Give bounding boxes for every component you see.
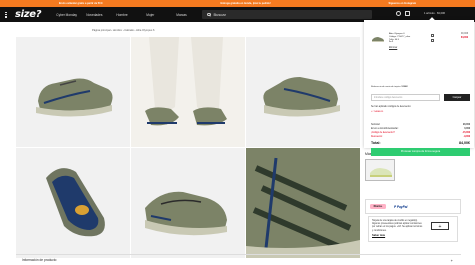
discount-code-input[interactable]: Introduce código descuento xyxy=(371,94,440,101)
summary-label: Envío a domicilio/estándar: xyxy=(371,128,399,130)
product-info-accordion[interactable]: Información de producto + xyxy=(16,254,461,265)
search-input[interactable]: Buscar xyxy=(202,10,372,19)
gift-ref-row: Referencia de venta de tarjeta: 51082 xyxy=(371,86,408,88)
checkout-button[interactable]: Procesar compra de forma segura xyxy=(371,148,470,156)
gift-ref-value: 51082 xyxy=(401,86,408,88)
cart-item-qty: 1x 1 xyxy=(389,41,394,44)
summary-row: Envío a domicilio/estándar: 0,00€ xyxy=(371,128,470,130)
cart-total-row: Total: 84,00€ xyxy=(371,141,470,145)
search-placeholder: Buscar xyxy=(213,12,226,17)
nav-item-novedades[interactable]: Novedades xyxy=(86,13,116,17)
nav-item-hombre[interactable]: Hombre xyxy=(116,13,146,17)
menu-icon[interactable] xyxy=(4,11,8,18)
search-icon xyxy=(207,12,211,17)
site-logo[interactable]: size? xyxy=(15,9,42,20)
product-info-label: Información de producto xyxy=(22,258,57,262)
gift-card-text: Tarjeta de una tarjeta de crédito en reg… xyxy=(372,220,423,232)
bag-icon[interactable] xyxy=(405,11,410,16)
gift-ref-label: Referencia de venta de tarjeta: xyxy=(371,86,401,88)
promo-item[interactable]: Entrega gratuita en tienda, ¡Haz tu pedi… xyxy=(220,2,270,5)
cart-item-details: Altra Olympus 6 Código: 715077_olive Tal… xyxy=(389,33,419,44)
add-gift-button[interactable]: + xyxy=(431,222,449,230)
breadcrumb[interactable]: Página principal › Hombre › Calzado › Al… xyxy=(92,29,154,32)
summary-value: 0,00€ xyxy=(464,128,470,130)
cart-summary-link[interactable]: 1 artículo · 84,00€ xyxy=(424,12,445,15)
promo-item[interactable]: Siguenos en Instagram xyxy=(389,2,417,5)
promo-item[interactable]: Envío estándar gratis a partir de 50 € xyxy=(59,2,103,5)
summary-label: ¡Código de descuento? xyxy=(371,132,395,134)
summary-row: Descuento: -9,00€ xyxy=(371,136,470,138)
product-image-1[interactable] xyxy=(16,37,130,147)
paypal-logo: P PayPal xyxy=(394,204,408,209)
summary-value: -9,00€ xyxy=(463,136,470,138)
redeem-button[interactable]: Canjear xyxy=(444,94,470,101)
product-image-2[interactable] xyxy=(131,37,245,147)
total-value: 84,00€ xyxy=(459,141,470,145)
total-label: Total: xyxy=(371,141,381,145)
product-image-3[interactable] xyxy=(246,37,360,147)
color-variant-thumb[interactable] xyxy=(365,159,395,181)
product-image-4[interactable] xyxy=(16,148,130,258)
summary-label: Descuento: xyxy=(371,136,383,138)
klarna-logo: Klarna. xyxy=(370,204,386,209)
product-image-6[interactable] xyxy=(246,148,360,258)
cart-item-actions xyxy=(431,34,434,42)
nav-item-mujer[interactable]: Mujer xyxy=(146,13,176,17)
edit-icon[interactable] xyxy=(431,34,434,37)
header-icons xyxy=(396,11,410,16)
payment-options: Klarna. P PayPal xyxy=(365,199,461,214)
summary-value: -15,00€ xyxy=(462,132,470,134)
nav-item-cyber-monday[interactable]: Cyber Monday xyxy=(56,13,86,17)
applied-codes-title: Se han aplicado códigos de descuento: xyxy=(371,106,412,108)
summary-value: 90,00€ xyxy=(462,124,470,126)
applied-code-tag[interactable]: ✕ THREE15 xyxy=(371,110,383,113)
gift-card-box: Tarjeta de una tarjeta de crédito en reg… xyxy=(368,216,458,242)
promo-bar: Envío estándar gratis a partir de 50 € E… xyxy=(0,0,475,7)
expand-icon: + xyxy=(450,258,453,263)
summary-row: ¡Código de descuento? -15,00€ xyxy=(371,132,470,134)
mini-cart-popover: Altra Olympus 6 Código: 715077_olive Tal… xyxy=(364,20,474,156)
cart-item-image[interactable] xyxy=(371,33,385,44)
remove-item-link[interactable]: Eliminar xyxy=(389,47,397,49)
summary-row: Subtotal: 90,00€ xyxy=(371,124,470,126)
wishlist-icon[interactable] xyxy=(431,39,434,42)
product-gallery xyxy=(16,37,360,259)
product-image-5[interactable] xyxy=(131,148,245,258)
cart-item-old-price: 90,00€ xyxy=(460,33,468,35)
summary-label: Subtotal: xyxy=(371,124,381,126)
learn-more-link[interactable]: Saber más xyxy=(372,234,454,237)
main-nav: Cyber Monday Novedades Hombre Mujer Marc… xyxy=(56,13,206,17)
cart-item-new-price: 84,00€ xyxy=(460,37,468,39)
account-icon[interactable] xyxy=(396,11,401,16)
